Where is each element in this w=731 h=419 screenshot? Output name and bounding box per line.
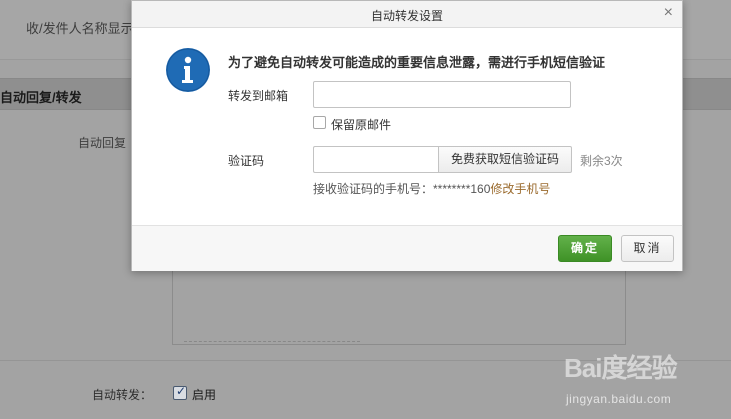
remaining-attempts: 剩余3次 (580, 154, 623, 168)
close-icon[interactable]: × (664, 5, 673, 21)
change-phone-link[interactable]: 修改手机号 (490, 182, 550, 196)
cancel-button[interactable]: 取消 (621, 235, 674, 262)
dialog-footer: 确定 取消 (132, 225, 682, 271)
dialog-title: 自动转发设置 (370, 9, 443, 23)
section-title: 自动回复/转发 (0, 90, 82, 105)
keep-original-label[interactable]: 保留原邮件 (331, 116, 391, 133)
sender-name-label: 收/发件人名称显示 (26, 21, 134, 36)
verification-warning: 为了避免自动转发可能造成的重要信息泄露，需进行手机短信验证 (228, 55, 606, 70)
keep-original-checkbox[interactable] (313, 116, 326, 129)
phone-number-text: 接收验证码的手机号：********160 (313, 182, 491, 196)
phone-number-line: 接收验证码的手机号：********160修改手机号 (313, 180, 550, 197)
dialog-header: 自动转发设置 × (132, 1, 682, 28)
verification-code-label: 验证码 (228, 154, 265, 168)
baidu-watermark: Bai度经验 jingyan.baidu.com (560, 340, 730, 415)
get-sms-code-button[interactable]: 免费获取短信验证码 (438, 146, 572, 173)
info-icon (166, 48, 210, 92)
checkmark-icon: ✓ (176, 384, 187, 398)
watermark-url: jingyan.baidu.com (566, 392, 672, 406)
auto-forward-checkbox[interactable]: ✓ (173, 384, 187, 400)
dashed-divider (184, 341, 360, 342)
verification-code-input[interactable] (313, 146, 438, 173)
watermark-brand: Bai度经验 (564, 353, 677, 383)
auto-forward-label: 自动转发： (92, 388, 153, 402)
auto-forward-enable-label: 启用 (192, 388, 217, 402)
auto-forward-dialog: 自动转发设置 × 为了避免自动转发可能造成的重要信息泄露，需进行手机短信验证 转… (131, 0, 683, 271)
forward-email-label: 转发到邮箱 (228, 89, 289, 103)
auto-reply-label: 自动回复 (78, 136, 127, 150)
forward-email-input[interactable] (313, 81, 571, 108)
ok-button[interactable]: 确定 (558, 235, 612, 262)
